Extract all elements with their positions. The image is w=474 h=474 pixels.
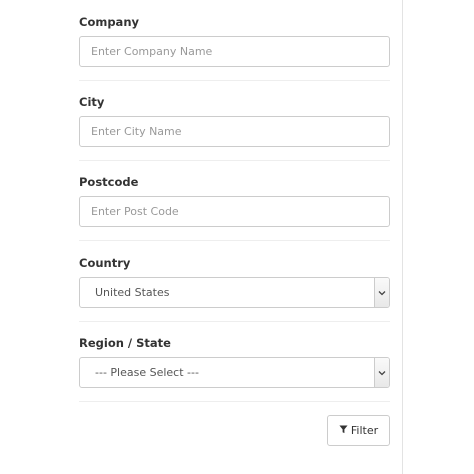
region-label: Region / State — [79, 336, 171, 350]
divider — [79, 80, 390, 81]
divider — [79, 160, 390, 161]
filter-button-label: Filter — [350, 424, 379, 437]
country-label: Country — [79, 256, 131, 270]
city-label: City — [79, 95, 105, 109]
chevron-down-icon — [374, 358, 389, 387]
country-select-value: United States — [95, 286, 170, 299]
region-select[interactable]: --- Please Select --- — [79, 357, 390, 388]
city-input[interactable]: Enter City Name — [79, 116, 390, 147]
filter-button[interactable]: Filter — [327, 415, 390, 446]
postcode-label: Postcode — [79, 175, 139, 189]
region-select-value: --- Please Select --- — [95, 366, 199, 379]
divider — [79, 401, 390, 402]
divider — [79, 240, 390, 241]
company-input[interactable]: Enter Company Name — [79, 36, 390, 67]
postcode-input[interactable]: Enter Post Code — [79, 196, 390, 227]
filter-panel: Company Enter Company Name City Enter Ci… — [0, 0, 474, 474]
country-select[interactable]: United States — [79, 277, 390, 308]
filter-icon — [339, 424, 348, 437]
company-label: Company — [79, 15, 139, 29]
panel-right-border — [402, 0, 403, 474]
divider — [79, 321, 390, 322]
chevron-down-icon — [374, 278, 389, 307]
